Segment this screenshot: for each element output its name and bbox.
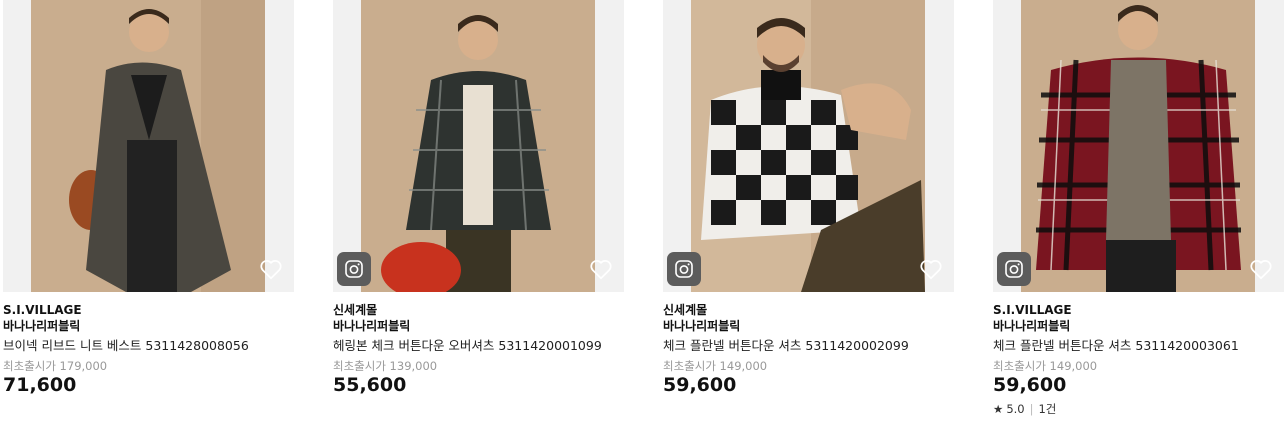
seller-name[interactable]: 신세계몰 <box>333 302 624 318</box>
heart-icon[interactable] <box>588 256 614 282</box>
product-info: 신세계몰 바나나리퍼블릭 헤링본 체크 버튼다운 오버셔츠 5311420001… <box>333 292 624 397</box>
product-info: S.I.VILLAGE 바나나리퍼블릭 체크 플란넬 버튼다운 셔츠 53114… <box>993 292 1284 417</box>
product-name[interactable]: 체크 플란넬 버튼다운 셔츠 5311420002099 <box>663 337 933 355</box>
instagram-badge[interactable] <box>337 252 371 286</box>
brand-name[interactable]: 바나나리퍼블릭 <box>663 318 954 335</box>
instagram-badge[interactable] <box>667 252 701 286</box>
original-price: 최초출시가 179,000 <box>3 359 108 373</box>
instagram-icon <box>675 260 693 278</box>
rating[interactable]: ★ 5.0 | 1건 <box>993 401 1284 417</box>
heart-icon[interactable] <box>1248 256 1274 282</box>
original-price: 최초출시가 149,000 <box>993 359 1098 373</box>
product-info: 신세계몰 바나나리퍼블릭 체크 플란넬 버튼다운 셔츠 531142000209… <box>663 292 954 397</box>
product-image-area[interactable] <box>3 0 294 292</box>
original-price: 최초출시가 139,000 <box>333 359 438 373</box>
product-name[interactable]: 헤링본 체크 버튼다운 오버셔츠 5311420001099 <box>333 337 603 355</box>
product-card[interactable]: S.I.VILLAGE 바나나리퍼블릭 체크 플란넬 버튼다운 셔츠 53114… <box>993 0 1284 444</box>
product-info: S.I.VILLAGE 바나나리퍼블릭 브이넥 리브드 니트 베스트 53114… <box>3 292 294 397</box>
product-card[interactable]: 신세계몰 바나나리퍼블릭 헤링본 체크 버튼다운 오버셔츠 5311420001… <box>333 0 624 444</box>
product-card[interactable]: 신세계몰 바나나리퍼블릭 체크 플란넬 버튼다운 셔츠 531142000209… <box>663 0 954 444</box>
sale-price: 71,600 <box>3 374 77 396</box>
original-price: 최초출시가 149,000 <box>663 359 768 373</box>
seller-name[interactable]: S.I.VILLAGE <box>993 302 1284 318</box>
product-image-area[interactable] <box>663 0 954 292</box>
brand-name[interactable]: 바나나리퍼블릭 <box>993 318 1284 335</box>
sale-price: 55,600 <box>333 374 407 396</box>
sale-price: 59,600 <box>663 374 737 396</box>
instagram-icon <box>1005 260 1023 278</box>
product-grid: S.I.VILLAGE 바나나리퍼블릭 브이넥 리브드 니트 베스트 53114… <box>0 0 1284 444</box>
rating-score: 5.0 <box>1006 402 1025 416</box>
heart-icon[interactable] <box>918 256 944 282</box>
product-photo[interactable] <box>361 0 595 292</box>
seller-name[interactable]: 신세계몰 <box>663 302 954 318</box>
product-image-area[interactable] <box>993 0 1284 292</box>
brand-name[interactable]: 바나나리퍼블릭 <box>3 318 294 335</box>
product-card[interactable]: S.I.VILLAGE 바나나리퍼블릭 브이넥 리브드 니트 베스트 53114… <box>3 0 294 444</box>
product-name[interactable]: 브이넥 리브드 니트 베스트 5311428008056 <box>3 337 273 355</box>
review-count: 1건 <box>1038 402 1057 416</box>
instagram-icon <box>345 260 363 278</box>
divider: | <box>1029 402 1034 416</box>
product-photo[interactable] <box>31 0 265 292</box>
instagram-badge[interactable] <box>997 252 1031 286</box>
heart-icon[interactable] <box>258 256 284 282</box>
product-name[interactable]: 체크 플란넬 버튼다운 셔츠 5311420003061 <box>993 337 1263 355</box>
product-image-area[interactable] <box>333 0 624 292</box>
product-photo[interactable] <box>691 0 925 292</box>
star-icon: ★ <box>993 402 1004 416</box>
product-photo[interactable] <box>1021 0 1255 292</box>
brand-name[interactable]: 바나나리퍼블릭 <box>333 318 624 335</box>
seller-name[interactable]: S.I.VILLAGE <box>3 302 294 318</box>
sale-price: 59,600 <box>993 374 1067 396</box>
